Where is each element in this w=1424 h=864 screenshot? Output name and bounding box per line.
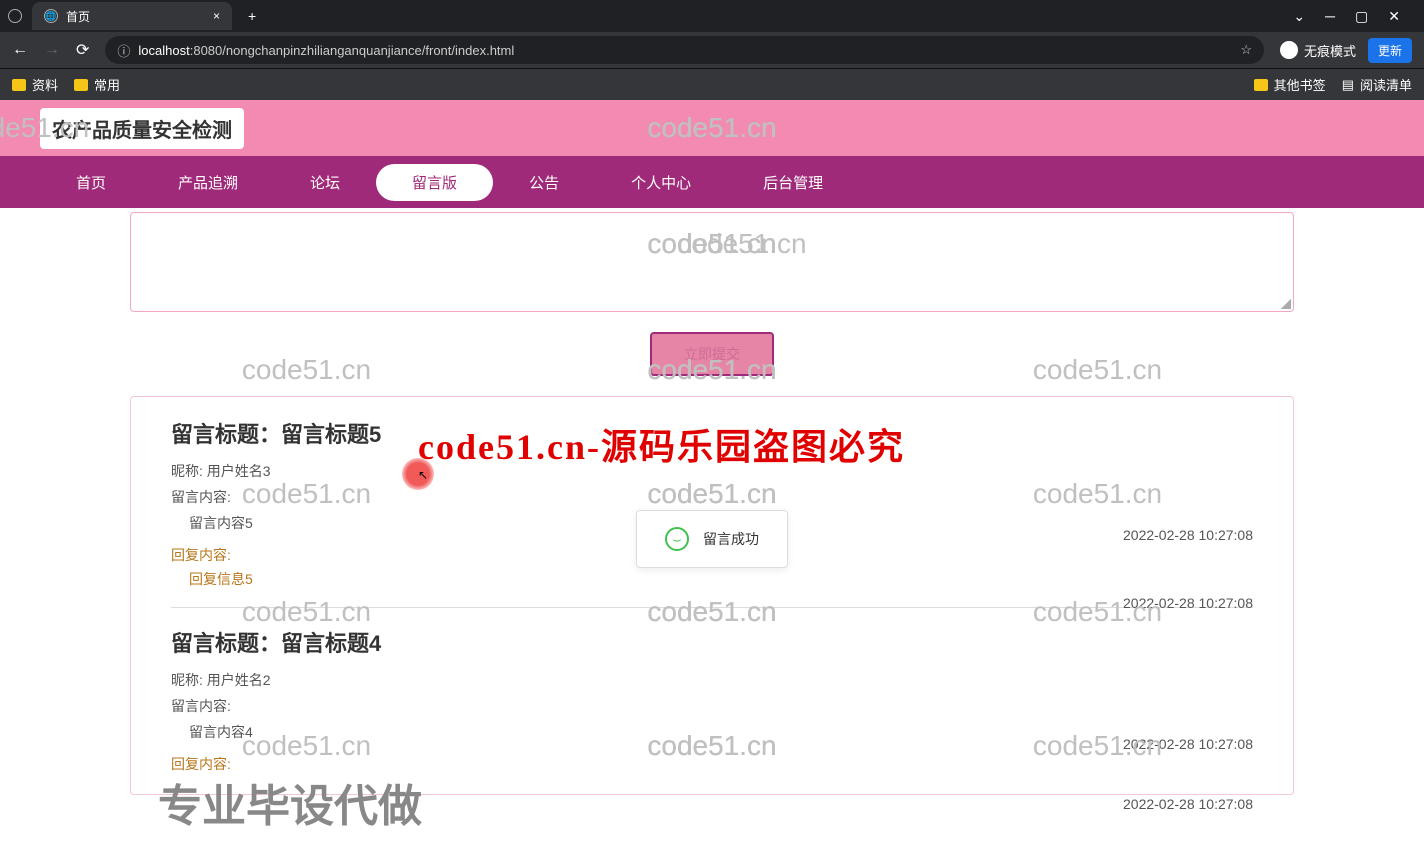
bookmark-bar: 资料 常用 其他书签 ▤阅读清单 [0, 68, 1424, 100]
window-controls: ⌄ ─ ▢ ✕ [1293, 8, 1416, 25]
info-icon: ⓘ [117, 41, 130, 60]
nav-home[interactable]: 首页 [40, 164, 142, 201]
browser-chrome: 🌐 首页 × + ⌄ ─ ▢ ✕ ← → ⟳ ⓘ localhost:8080/… [0, 0, 1424, 100]
app-icon [8, 9, 22, 23]
url-input[interactable]: ⓘ localhost:8080/nongchanpinzhilianganqu… [105, 36, 1264, 64]
browser-tab[interactable]: 🌐 首页 × [32, 2, 232, 30]
url-host: localhost [138, 43, 189, 58]
page-title: 农产品质量安全检测 [40, 108, 244, 149]
message-time: 2022-02-28 10:27:08 [1123, 527, 1253, 543]
folder-icon [1254, 79, 1268, 91]
other-bookmarks[interactable]: 其他书签 [1254, 75, 1326, 94]
globe-icon: 🌐 [44, 9, 58, 23]
star-icon[interactable]: ☆ [1240, 42, 1252, 58]
close-icon[interactable]: × [213, 9, 220, 23]
chevron-down-icon[interactable]: ⌄ [1293, 8, 1305, 25]
update-button[interactable]: 更新 [1368, 38, 1412, 63]
incognito-badge[interactable]: 无痕模式 [1280, 41, 1356, 60]
nav-trace[interactable]: 产品追溯 [142, 164, 274, 201]
minimize-icon[interactable]: ─ [1325, 8, 1335, 25]
nav-profile[interactable]: 个人中心 [595, 164, 727, 201]
reload-button[interactable]: ⟳ [76, 40, 89, 60]
new-tab-button[interactable]: + [240, 8, 264, 24]
forward-button[interactable]: → [44, 41, 60, 59]
success-toast: ⌣ 留言成功 [636, 510, 788, 568]
red-watermark: code51.cn-源码乐园盗图必究 [418, 418, 905, 470]
reply-time: 2022-02-28 10:27:08 [1123, 796, 1253, 812]
folder-icon [12, 79, 26, 91]
tab-bar: 🌐 首页 × + ⌄ ─ ▢ ✕ [0, 0, 1424, 32]
folder-icon [74, 79, 88, 91]
incognito-icon [1280, 41, 1298, 59]
reading-list[interactable]: ▤阅读清单 [1342, 75, 1412, 94]
bookmark-folder[interactable]: 资料 [12, 75, 58, 94]
nav-message[interactable]: 留言版 [376, 164, 493, 201]
url-path: :8080/nongchanpinzhilianganquanjiance/fr… [190, 43, 515, 58]
nav-forum[interactable]: 论坛 [274, 164, 376, 201]
nav-menu: 首页 产品追溯 论坛 留言版 公告 个人中心 后台管理 [0, 156, 1424, 208]
address-bar: ← → ⟳ ⓘ localhost:8080/nongchanpinzhilia… [0, 32, 1424, 68]
gray-watermark: 专业毕设代做 [158, 770, 422, 834]
page-header: 农产品质量安全检测 [0, 100, 1424, 156]
list-icon: ▤ [1342, 77, 1354, 93]
maximize-icon[interactable]: ▢ [1355, 8, 1368, 25]
message-textarea[interactable] [130, 212, 1294, 312]
nav-admin[interactable]: 后台管理 [727, 164, 859, 201]
tab-title: 首页 [66, 8, 90, 25]
cursor-icon: ↖ [418, 468, 428, 482]
smile-icon: ⌣ [665, 527, 689, 551]
bookmark-folder[interactable]: 常用 [74, 75, 120, 94]
close-window-icon[interactable]: ✕ [1388, 8, 1400, 25]
back-button[interactable]: ← [12, 41, 28, 59]
nav-notice[interactable]: 公告 [493, 164, 595, 201]
